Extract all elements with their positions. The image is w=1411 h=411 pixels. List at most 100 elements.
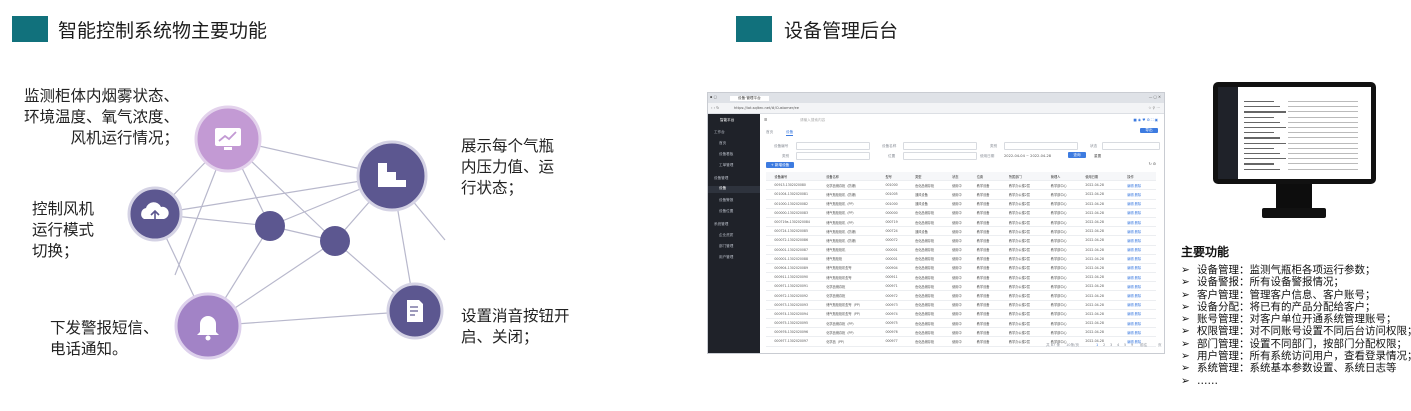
sidebar-item-company[interactable]: 企业资质 bbox=[719, 233, 733, 240]
sidebar-item-device-alarm[interactable]: 设备警报 bbox=[719, 198, 733, 205]
column-header[interactable]: 操作 bbox=[1126, 172, 1156, 182]
table-cell: 教学办公楼2层 bbox=[1007, 309, 1050, 320]
table-row[interactable]: 000972-1302020092 化学品储存柜 000972 危化品储存柜 使用中 教学… bbox=[766, 290, 1156, 301]
row-actions[interactable]: 编辑 删除 bbox=[1126, 208, 1156, 218]
table-row[interactable]: 000072-1302020086 储气瓶柜柜机（防爆） 000072 危化品储存柜使… bbox=[766, 235, 1156, 246]
table-row[interactable]: 00913-1302020080 化学品储存柜（防爆） 001000 危化品储存柜 使用… bbox=[766, 180, 1156, 191]
pagination-page-3[interactable]: 3 bbox=[1110, 343, 1112, 347]
global-search-input[interactable]: 请输入搜索内容 bbox=[800, 118, 825, 123]
table-row[interactable]: 000001-1302020087 储气瓶柜柜机 000001 危化品储存柜 使用中 教学… bbox=[766, 245, 1156, 255]
pagination-page-last[interactable]: 9 bbox=[1131, 343, 1133, 347]
table-cell: 教学设备 bbox=[975, 180, 1008, 191]
add-device-button[interactable]: + 新增设备 bbox=[766, 162, 794, 168]
row-actions[interactable]: 编辑 删除 bbox=[1126, 281, 1156, 292]
query-button[interactable]: 查询 bbox=[1068, 152, 1086, 158]
window-buttons-icon[interactable]: — ▢ ✕ bbox=[1149, 95, 1161, 99]
pagination-size[interactable]: 10条/页 bbox=[1066, 343, 1079, 348]
sidebar-item-workbench[interactable]: 工作台 bbox=[714, 130, 725, 137]
table-cell: 教学部中心 bbox=[1049, 199, 1085, 209]
row-actions[interactable]: 编辑 删除 bbox=[1126, 327, 1156, 338]
window-control-icon[interactable]: ▪ ▢ bbox=[710, 95, 717, 99]
row-actions[interactable]: 编辑 删除 bbox=[1126, 290, 1156, 301]
table-cell: 使用中 bbox=[951, 189, 976, 200]
pagination-page-2[interactable]: 2 bbox=[1103, 343, 1105, 347]
row-actions[interactable]: 编辑 删除 bbox=[1126, 180, 1156, 191]
column-header[interactable]: 类型 bbox=[914, 172, 952, 182]
table-row[interactable]: 000000-1302020083 储气瓶柜柜机（PP） 000000 危化品储存柜使… bbox=[766, 208, 1156, 218]
row-actions[interactable]: 编辑 删除 bbox=[1126, 217, 1156, 228]
filter-date-range[interactable]: 2022-04-04 ~ 2022-04-28 bbox=[1004, 154, 1051, 158]
tab-home[interactable]: 首页 bbox=[766, 130, 773, 135]
url-field[interactable]: https://iot.sqltec.net/#/Customer/ee bbox=[734, 106, 799, 110]
filter-type-input[interactable] bbox=[1004, 142, 1078, 150]
header-icons[interactable]: ■ ◉ ♥ ⚙ ⛶ ▣ bbox=[1133, 118, 1158, 122]
node-fan bbox=[127, 186, 183, 242]
browser-tab[interactable]: 设备·管理平台 bbox=[730, 95, 769, 101]
row-actions[interactable]: 编辑 删除 bbox=[1126, 189, 1156, 200]
tab-device[interactable]: 设备 bbox=[786, 130, 794, 136]
mini-row-text bbox=[1244, 121, 1280, 123]
sidebar-item-device-mgmt[interactable]: 设备管理 bbox=[714, 176, 728, 183]
table-row[interactable]: 001004-1302020081 储气瓶柜柜机（防爆） 001005 通风设备 使用中… bbox=[766, 189, 1156, 200]
sidebar-item-users[interactable]: 用户管理 bbox=[719, 255, 733, 262]
filter-position-input[interactable] bbox=[903, 152, 977, 160]
filter-device-no-input[interactable] bbox=[796, 142, 870, 150]
column-header[interactable]: 设备名称 bbox=[825, 172, 885, 182]
column-header[interactable] bbox=[766, 172, 774, 182]
column-header[interactable]: 设备编号 bbox=[773, 172, 826, 182]
pagination-page-4[interactable]: 4 bbox=[1117, 343, 1119, 347]
table-row[interactable]: 000974-1302020094 储气瓶柜柜机型号（PP） 000974 危化品储存… bbox=[766, 309, 1156, 320]
reset-button[interactable]: 重置 bbox=[1094, 154, 1101, 159]
column-header[interactable]: 型号 bbox=[884, 172, 915, 182]
row-actions[interactable]: 编辑 删除 bbox=[1126, 226, 1156, 237]
sidebar-item-device-location[interactable]: 设备位置 bbox=[719, 209, 733, 216]
sidebar-item-home[interactable]: 首页 bbox=[719, 141, 726, 148]
filter-category-input[interactable] bbox=[796, 152, 870, 160]
sidebar-item-department[interactable]: 部门管理 bbox=[719, 244, 733, 251]
row-actions[interactable]: 编辑 删除 bbox=[1126, 245, 1156, 255]
nav-arrows-icon[interactable]: ‹ › ↻ bbox=[711, 106, 719, 110]
column-header[interactable]: 使用日期 bbox=[1084, 172, 1127, 182]
sidebar-item-dashboard[interactable]: 设备看板 bbox=[719, 152, 733, 159]
pagination-goto[interactable]: 前往 bbox=[1140, 343, 1147, 348]
table-row[interactable]: 000973-1302020093 储气瓶柜柜机型号（PP） 000973 危化品储存… bbox=[766, 300, 1156, 310]
sidebar-item-system[interactable]: 系统管理 bbox=[714, 222, 728, 229]
pagination-page-1[interactable]: 1 bbox=[1096, 343, 1098, 347]
column-header[interactable]: 位置 bbox=[975, 172, 1008, 182]
filter-device-name-input[interactable] bbox=[903, 142, 977, 150]
mini-row-text bbox=[1244, 127, 1286, 129]
row-actions[interactable]: 编辑 删除 bbox=[1126, 263, 1156, 274]
column-header[interactable]: 所属部门 bbox=[1007, 172, 1050, 182]
row-actions[interactable]: 编辑 删除 bbox=[1126, 309, 1156, 320]
table-row[interactable]: 000001-1302020088 储气瓶柜柜 000001 危化品储存柜 使用中 教学设… bbox=[766, 254, 1156, 264]
table-row[interactable]: 000904-1302020089 储气瓶柜柜机型号 000904 危化品储存柜 使用中… bbox=[766, 263, 1156, 274]
table-row[interactable]: 000911-1302020090 储气瓶柜柜机型号 000911 危化品储存柜 使用中… bbox=[766, 272, 1156, 283]
hub-node-1 bbox=[255, 211, 285, 241]
pagination-page-5[interactable]: 5 bbox=[1124, 343, 1126, 347]
menu-toggle-icon[interactable]: ☰ bbox=[764, 118, 767, 122]
table-row[interactable]: 000971-1302020091 化学品储存柜 000971 危化品储存柜 使用中 教学… bbox=[766, 281, 1156, 292]
column-header[interactable]: 管理人 bbox=[1049, 172, 1085, 182]
filter-status-input[interactable] bbox=[1102, 142, 1160, 150]
row-actions[interactable]: 编辑 删除 bbox=[1126, 199, 1156, 209]
table-row[interactable]: 000975-1302020095 化学品储存柜（PP） 000975 危化品储存柜使… bbox=[766, 318, 1156, 329]
sidebar-item-device[interactable]: 设备 bbox=[708, 186, 760, 193]
table-row[interactable]: 000719a-1302020084 储气瓶柜柜机（PP） 000719 危化品储存柜… bbox=[766, 217, 1156, 228]
table-row[interactable]: 000724-1302020085 储气瓶柜柜机（防爆） 000724 通风设备 使用中… bbox=[766, 226, 1156, 237]
row-actions[interactable]: 编辑 删除 bbox=[1126, 272, 1156, 283]
table-row[interactable]: 001000-1302020082 储气瓶柜柜机（PP） 001000 通风设备 使用中… bbox=[766, 199, 1156, 209]
table-tools-icons[interactable]: ↻ ⚙ bbox=[1149, 162, 1156, 166]
row-actions[interactable]: 编辑 删除 bbox=[1126, 235, 1156, 246]
sidebar-item-orders[interactable]: 工单管理 bbox=[719, 163, 733, 170]
table-row[interactable]: 000976-1302020096 化学品储存柜（PP） 000976 危化品储存柜使… bbox=[766, 327, 1156, 338]
browser-toolbar-icons[interactable]: ☆ ⚲ ⋯ bbox=[1148, 106, 1160, 110]
browser-address-bar: ‹ › ↻ https://iot.sqltec.net/#/Customer/… bbox=[708, 103, 1164, 114]
export-button[interactable]: 导出 bbox=[1140, 128, 1158, 133]
column-header[interactable]: 状态 bbox=[951, 172, 976, 182]
row-actions[interactable]: 编辑 删除 bbox=[1126, 318, 1156, 329]
row-actions[interactable]: 编辑 删除 bbox=[1126, 254, 1156, 264]
table-cell: 000973-1302020093 bbox=[773, 300, 826, 310]
table-cell: 储气瓶柜柜机型号 bbox=[825, 263, 885, 274]
row-actions[interactable]: 编辑 删除 bbox=[1126, 300, 1156, 310]
table-cell: 储气瓶柜柜机（防爆） bbox=[825, 189, 885, 200]
